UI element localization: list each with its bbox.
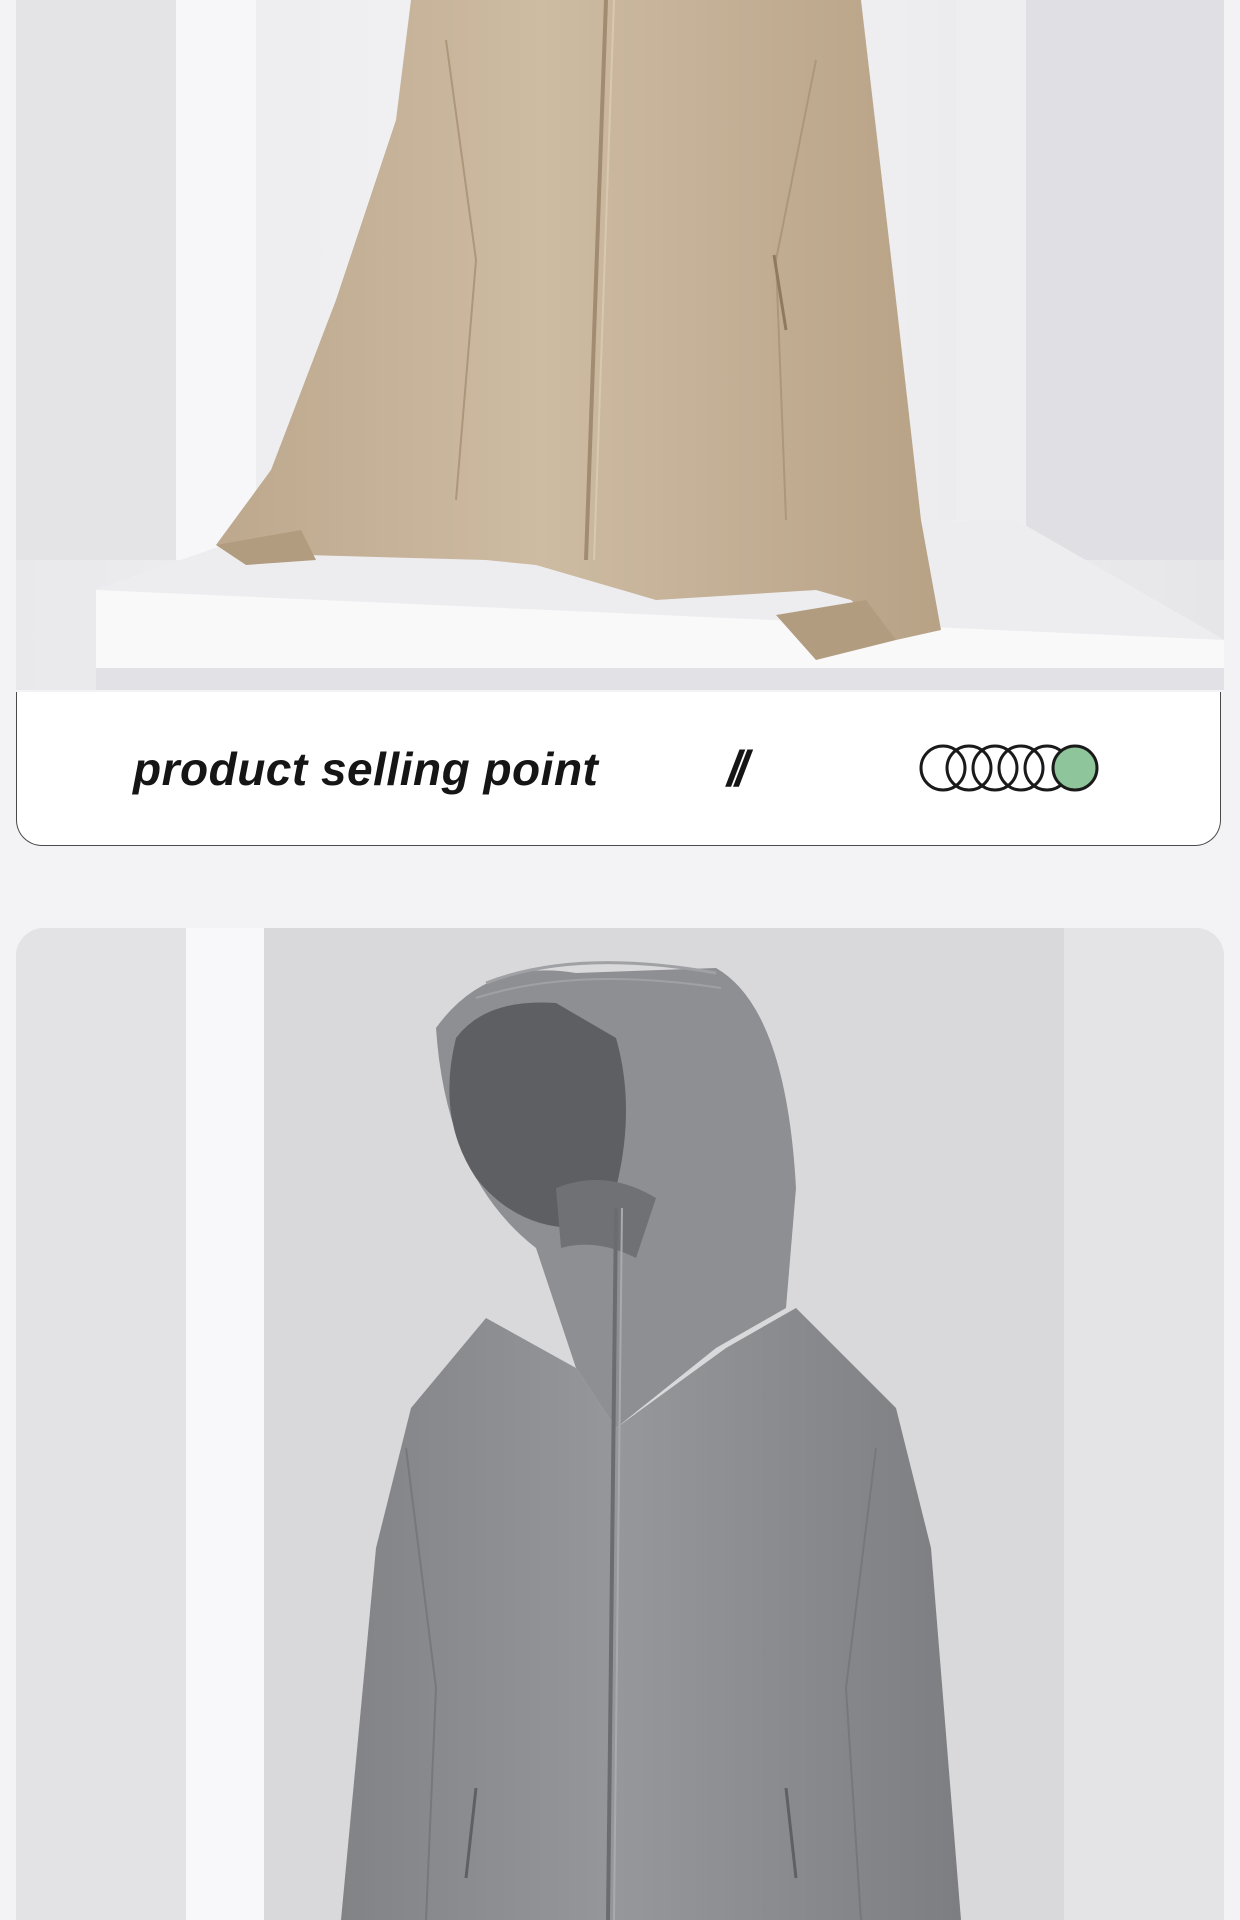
interlocking-rings-icon [919, 744, 1099, 792]
selling-point-title: product selling point [133, 743, 599, 795]
beige-jacket-photo [16, 0, 1224, 690]
double-slash-icon: // [727, 741, 749, 797]
grey-jacket-photo [16, 928, 1224, 1920]
selling-point-banner: product selling point // [16, 692, 1221, 846]
